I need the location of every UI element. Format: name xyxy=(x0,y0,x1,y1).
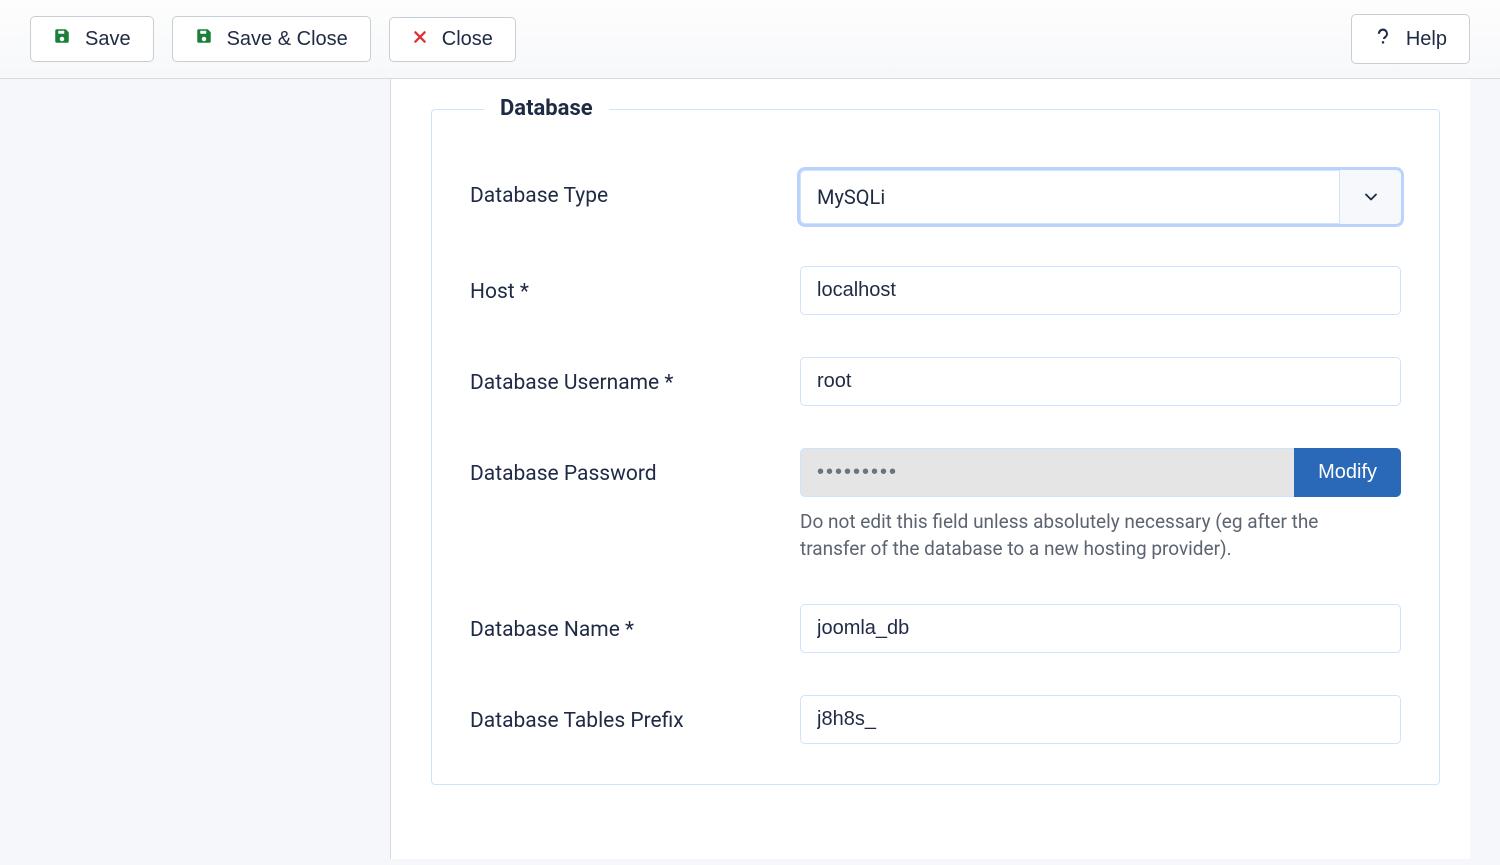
help-button-label: Help xyxy=(1406,28,1447,51)
input-db-name[interactable] xyxy=(800,604,1401,653)
label-db-name: Database Name * xyxy=(470,604,780,645)
sidebar-column xyxy=(30,79,390,859)
label-db-prefix: Database Tables Prefix xyxy=(470,695,780,736)
input-db-password xyxy=(800,448,1294,497)
close-icon xyxy=(412,28,428,51)
password-input-group: Modify xyxy=(800,448,1401,497)
save-icon xyxy=(195,27,213,51)
save-icon xyxy=(53,27,71,51)
password-help-text: Do not edit this field unless absolutely… xyxy=(800,509,1340,562)
close-button[interactable]: Close xyxy=(389,17,516,62)
page-body: Database Database Type MySQLi Host * xyxy=(0,79,1500,859)
label-db-password: Database Password xyxy=(470,448,780,489)
label-db-username: Database Username * xyxy=(470,357,780,398)
field-db-username: Database Username * xyxy=(470,357,1401,406)
save-button[interactable]: Save xyxy=(30,16,154,62)
main-column: Database Database Type MySQLi Host * xyxy=(390,79,1470,859)
toolbar: Save Save & Close Close Help xyxy=(0,0,1500,79)
label-database-type: Database Type xyxy=(470,170,780,211)
save-close-button-label: Save & Close xyxy=(227,28,348,51)
database-fieldset: Database Database Type MySQLi Host * xyxy=(431,109,1440,785)
field-host: Host * xyxy=(470,266,1401,315)
help-icon xyxy=(1374,25,1392,53)
field-db-name: Database Name * xyxy=(470,604,1401,653)
help-button[interactable]: Help xyxy=(1351,14,1470,64)
save-close-button[interactable]: Save & Close xyxy=(172,16,371,62)
field-db-password: Database Password Modify Do not edit thi… xyxy=(470,448,1401,562)
select-database-type-value: MySQLi xyxy=(800,170,1401,224)
close-button-label: Close xyxy=(442,28,493,51)
input-host[interactable] xyxy=(800,266,1401,315)
input-db-username[interactable] xyxy=(800,357,1401,406)
field-db-prefix: Database Tables Prefix xyxy=(470,695,1401,744)
select-database-type[interactable]: MySQLi xyxy=(800,170,1401,224)
modify-password-button[interactable]: Modify xyxy=(1294,448,1401,497)
fieldset-legend: Database xyxy=(484,94,609,125)
save-button-label: Save xyxy=(85,28,131,51)
label-host: Host * xyxy=(470,266,780,307)
input-db-prefix[interactable] xyxy=(800,695,1401,744)
field-database-type: Database Type MySQLi xyxy=(470,170,1401,224)
